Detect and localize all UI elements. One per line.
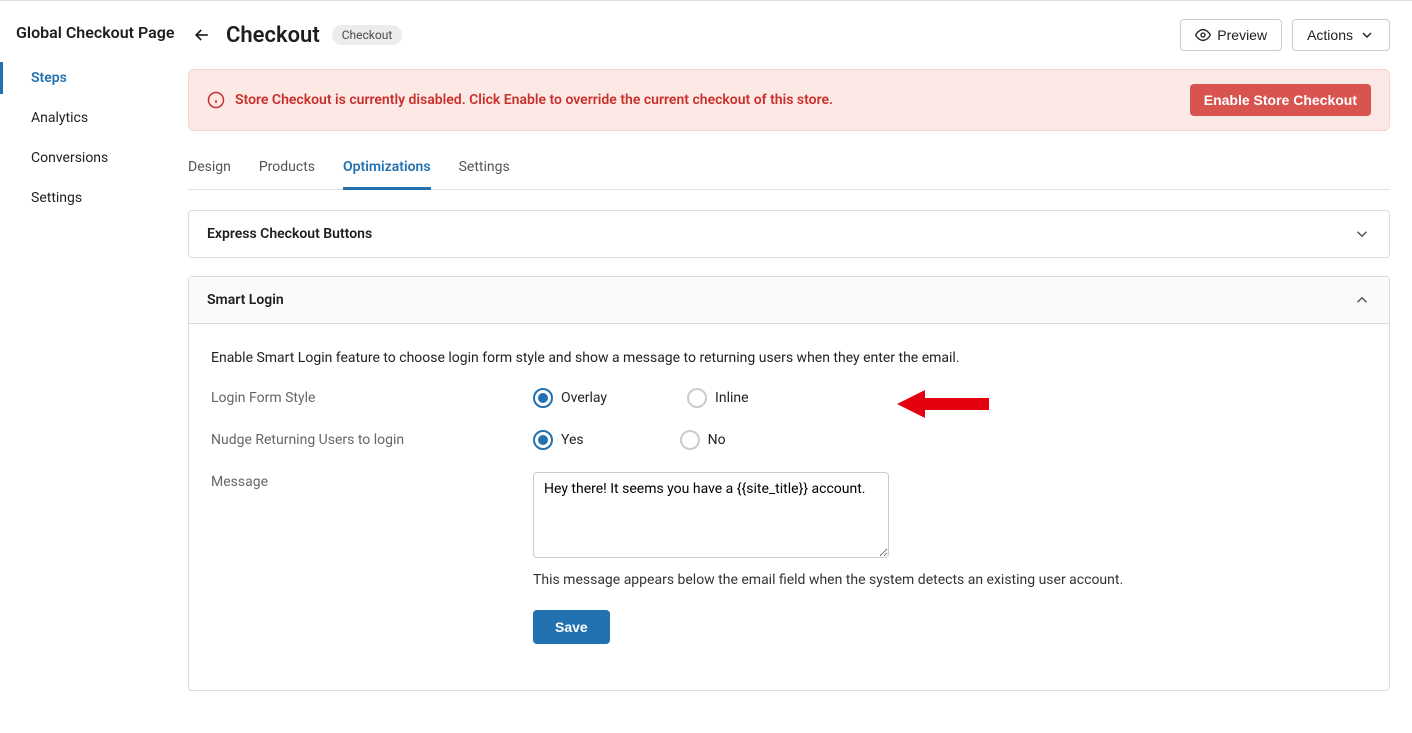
field-label: Nudge Returning Users to login	[211, 430, 533, 448]
tabs: Design Products Optimizations Settings	[188, 153, 1390, 190]
tab-design[interactable]: Design	[188, 153, 231, 190]
step-type-badge: Checkout	[332, 25, 403, 45]
save-row: Save	[211, 610, 1367, 644]
nudge-no-radio[interactable]: No	[680, 430, 726, 450]
radio-label: Inline	[715, 390, 749, 406]
tab-settings[interactable]: Settings	[459, 153, 510, 190]
eye-icon	[1195, 27, 1211, 43]
chevron-down-icon	[1353, 225, 1371, 243]
radio-icon	[687, 388, 707, 408]
sidebar-item-label: Settings	[31, 190, 82, 206]
nudge-yes-radio[interactable]: Yes	[533, 430, 584, 450]
alert-text: Store Checkout is currently disabled. Cl…	[235, 92, 1190, 108]
sidebar-item-label: Analytics	[31, 110, 88, 126]
field-label: Message	[211, 472, 533, 490]
panel-title: Express Checkout Buttons	[207, 226, 372, 242]
message-control: This message appears below the email fie…	[533, 472, 1367, 588]
arrow-left-icon	[192, 25, 212, 45]
message-row: Message This message appears below the e…	[211, 472, 1367, 588]
express-checkout-panel-header[interactable]: Express Checkout Buttons	[189, 211, 1389, 257]
message-textarea[interactable]	[533, 472, 889, 558]
smart-login-panel: Smart Login Enable Smart Login feature t…	[188, 276, 1390, 691]
page-title: Checkout	[226, 23, 320, 48]
sidebar-item-steps[interactable]: Steps	[0, 62, 188, 94]
radio-label: No	[708, 432, 726, 448]
button-label: Preview	[1217, 27, 1267, 43]
chevron-down-icon	[1359, 27, 1375, 43]
nudge-row: Nudge Returning Users to login Yes No	[211, 430, 1367, 450]
enable-store-checkout-button[interactable]: Enable Store Checkout	[1190, 84, 1371, 116]
page-header: Checkout Checkout Preview Actions	[188, 19, 1390, 51]
sidebar-item-conversions[interactable]: Conversions	[0, 142, 188, 174]
radio-icon	[533, 430, 553, 450]
back-button[interactable]	[188, 21, 216, 49]
tab-optimizations[interactable]: Optimizations	[343, 153, 431, 190]
sidebar-item-label: Steps	[31, 70, 67, 86]
radio-icon	[680, 430, 700, 450]
radio-icon	[533, 388, 553, 408]
login-style-overlay-radio[interactable]: Overlay	[533, 388, 607, 408]
disabled-alert: Store Checkout is currently disabled. Cl…	[188, 69, 1390, 131]
annotation-arrow-icon	[897, 386, 989, 422]
express-checkout-panel: Express Checkout Buttons	[188, 210, 1390, 258]
chevron-up-icon	[1353, 291, 1371, 309]
sidebar-nav: Steps Analytics Conversions Settings	[0, 62, 188, 214]
sidebar-item-analytics[interactable]: Analytics	[0, 102, 188, 134]
radio-label: Yes	[561, 432, 584, 448]
actions-button[interactable]: Actions	[1292, 19, 1390, 51]
smart-login-panel-body: Enable Smart Login feature to choose log…	[189, 324, 1389, 690]
save-button[interactable]: Save	[533, 610, 610, 644]
info-icon	[207, 91, 225, 109]
panel-title: Smart Login	[207, 292, 284, 308]
sidebar-item-settings[interactable]: Settings	[0, 182, 188, 214]
preview-button[interactable]: Preview	[1180, 19, 1282, 51]
radio-label: Overlay	[561, 390, 607, 406]
button-label: Actions	[1307, 27, 1353, 43]
sidebar-item-label: Conversions	[31, 150, 108, 166]
sidebar: Global Checkout Page Steps Analytics Con…	[0, 1, 188, 733]
main-content: Checkout Checkout Preview Actions Store …	[188, 1, 1412, 733]
message-help-text: This message appears below the email fie…	[533, 572, 1367, 588]
login-form-style-row: Login Form Style Overlay Inline	[211, 388, 1367, 408]
tab-products[interactable]: Products	[259, 153, 315, 190]
login-style-inline-radio[interactable]: Inline	[687, 388, 749, 408]
nudge-radios: Yes No	[533, 430, 1367, 450]
section-description: Enable Smart Login feature to choose log…	[211, 350, 1367, 366]
sidebar-title: Global Checkout Page	[0, 23, 188, 44]
field-label: Login Form Style	[211, 388, 533, 406]
smart-login-panel-header[interactable]: Smart Login	[189, 277, 1389, 324]
